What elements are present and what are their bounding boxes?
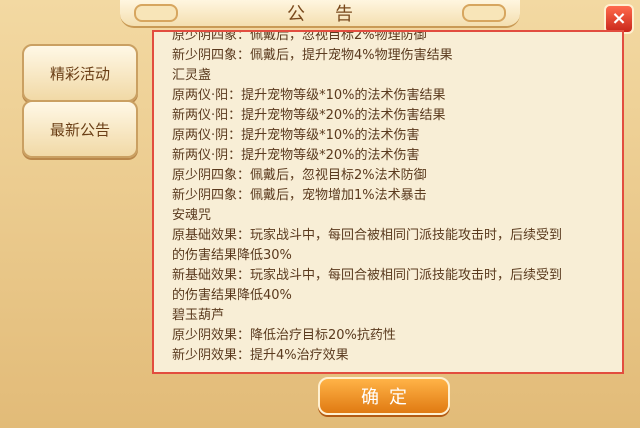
sidebar-item-announcements[interactable]: 最新公告 xyxy=(22,100,138,158)
sidebar-item-label: 最新公告 xyxy=(49,120,110,139)
content-line: 原少阴四象：佩戴后，忽视目标2%物理防御 xyxy=(172,30,427,43)
announcement-content[interactable]: 原少阴四象：佩戴后，忽视目标2%物理防御 新少阴四象：佩戴后，提升宠物4%物理伤… xyxy=(152,30,624,374)
content-line: 碧玉葫芦 xyxy=(172,308,225,323)
confirm-button[interactable]: 确定 xyxy=(318,377,450,415)
content-line: 安魂咒 xyxy=(172,208,212,223)
content-line: 新两仪·阳：提升宠物等级*20%的法术伤害结果 xyxy=(172,108,446,123)
content-line: 新两仪·阴：提升宠物等级*20%的法术伤害 xyxy=(172,148,420,163)
content-line: 原少阴四象：佩戴后，忽视目标2%法术防御 xyxy=(172,168,427,183)
title-bar: 公告 xyxy=(120,0,520,28)
announcement-window: 公告 × 精彩活动 最新公告 原少阴四象：佩戴后，忽视目标2%物理防御 新少阴四… xyxy=(0,0,640,428)
close-icon: × xyxy=(611,8,627,29)
content-line: 新少阴四象：佩戴后，提升宠物4%物理伤害结果 xyxy=(172,48,453,63)
content-line: 新少阴效果：提升4%治疗效果 xyxy=(172,348,349,363)
sidebar: 精彩活动 最新公告 xyxy=(14,34,144,374)
content-line: 原两仪·阴：提升宠物等级*10%的法术伤害 xyxy=(172,128,420,143)
content-line: 的伤害结果降低40% xyxy=(172,288,292,303)
title-right-ornament xyxy=(462,4,506,22)
confirm-label: 确定 xyxy=(361,387,417,408)
content-line: 的伤害结果降低30% xyxy=(172,248,292,263)
window-title: 公告 xyxy=(287,4,383,25)
content-line: 原两仪·阳：提升宠物等级*10%的法术伤害结果 xyxy=(172,88,446,103)
sidebar-item-events[interactable]: 精彩活动 xyxy=(22,44,138,102)
title-left-ornament xyxy=(134,4,178,22)
content-line: 原基础效果：玩家战斗中，每回合被相同门派技能攻击时，后续受到 xyxy=(172,228,563,243)
content-line: 新少阴四象：佩戴后，宠物增加1%法术暴击 xyxy=(172,188,427,203)
content-line: 汇灵盏 xyxy=(172,68,212,83)
sidebar-item-label: 精彩活动 xyxy=(49,64,110,83)
content-line: 原少阴效果：降低治疗目标20%抗药性 xyxy=(172,328,396,343)
content-line: 新基础效果：玩家战斗中，每回合被相同门派技能攻击时，后续受到 xyxy=(172,268,563,283)
